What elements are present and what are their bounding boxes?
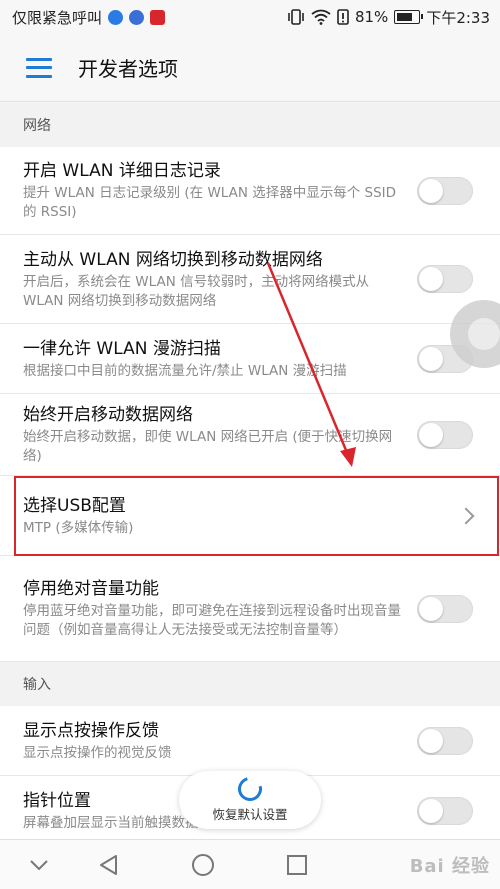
battery-percent: 81%: [354, 8, 389, 26]
carrier-text: 仅限紧急呼叫: [12, 8, 103, 27]
watermark-text: Bai 经验: [409, 856, 490, 877]
setting-disable-absolute-volume[interactable]: 停用绝对音量功能 停用蓝牙绝对音量功能，即可避免在连接到远程设备时出现音量问题（…: [0, 556, 500, 662]
settings-list[interactable]: 网络 开启 WLAN 详细日志记录 提升 WLAN 日志记录级别 (在 WLAN…: [0, 103, 500, 839]
signal-alert-icon: [337, 9, 349, 25]
hamburger-menu-icon[interactable]: [26, 57, 52, 78]
setting-wlan-roam-scan[interactable]: 一律允许 WLAN 漫游扫描 根据接口中目前的数据流量允许/禁止 WLAN 漫游…: [0, 324, 500, 394]
setting-subtitle: 停用蓝牙绝对音量功能，即可避免在连接到远程设备时出现音量问题（例如音量高得让人无…: [23, 603, 401, 638]
back-triangle-icon[interactable]: [96, 852, 122, 878]
toggle-switch[interactable]: [417, 265, 473, 293]
clock: 下午2:33: [426, 8, 490, 27]
setting-subtitle: 开启后，系统会在 WLAN 信号较弱时，主动将网络模式从 WLAN 网络切换到移…: [23, 273, 370, 309]
setting-usb-config[interactable]: 选择USB配置 MTP (多媒体传输): [0, 476, 500, 556]
paw-icon: [108, 9, 124, 25]
navigation-bar: Bai 经验: [0, 839, 500, 889]
toggle-knob: [419, 178, 443, 203]
toggle-knob: [419, 798, 443, 823]
wifi-icon: [311, 9, 331, 25]
chevron-right-icon: [457, 507, 475, 524]
setting-subtitle: MTP (多媒体传输): [23, 519, 134, 536]
toggle-switch[interactable]: [417, 420, 473, 449]
setting-subtitle: 根据接口中目前的数据流量允许/禁止 WLAN 漫游扫描: [23, 362, 347, 379]
refresh-icon: [233, 772, 267, 806]
toggle-knob: [419, 596, 443, 621]
toggle-switch[interactable]: [417, 594, 473, 623]
setting-title: 主动从 WLAN 网络切换到移动数据网络: [23, 249, 323, 270]
huawei-icon: [150, 9, 166, 25]
section-header-input: 输入: [0, 662, 500, 706]
toggle-switch[interactable]: [417, 176, 473, 205]
toggle-switch[interactable]: [417, 796, 473, 825]
home-circle-icon[interactable]: [190, 852, 216, 878]
page-title: 开发者选项: [78, 57, 178, 81]
battery-icon: [394, 10, 424, 24]
status-bar: 仅限紧急呼叫 81% 下午2:33: [0, 0, 500, 34]
setting-wlan-to-mobile-switch[interactable]: 主动从 WLAN 网络切换到移动数据网络 开启后，系统会在 WLAN 信号较弱时…: [0, 235, 500, 324]
section-header-network: 网络: [0, 103, 500, 147]
restore-defaults-button[interactable]: 恢复默认设置: [179, 771, 321, 829]
battery-fill: [397, 13, 413, 21]
setting-title: 始终开启移动数据网络: [23, 405, 193, 425]
vibrate-icon: [288, 9, 304, 25]
setting-title: 一律允许 WLAN 漫游扫描: [23, 338, 221, 359]
app-bar: 开发者选项: [0, 34, 500, 102]
chevron-down-icon[interactable]: [26, 852, 52, 878]
toggle-knob: [419, 346, 443, 371]
toggle-knob: [419, 728, 443, 753]
setting-show-touches[interactable]: 显示点按操作反馈 显示点按操作的视觉反馈: [0, 706, 500, 776]
setting-title: 开启 WLAN 详细日志记录: [23, 161, 221, 181]
toggle-knob: [419, 422, 443, 447]
setting-title: 停用绝对音量功能: [23, 579, 159, 599]
setting-subtitle: 始终开启移动数据，即使 WLAN 网络已开启 (便于快速切换网络): [23, 429, 393, 464]
setting-mobile-data-always-on[interactable]: 始终开启移动数据网络 始终开启移动数据，即使 WLAN 网络已开启 (便于快速切…: [0, 394, 500, 476]
setting-title: 显示点按操作反馈: [23, 720, 159, 741]
setting-wlan-verbose-logging[interactable]: 开启 WLAN 详细日志记录 提升 WLAN 日志记录级别 (在 WLAN 选择…: [0, 147, 500, 235]
music-icon: [129, 9, 145, 25]
setting-subtitle: 提升 WLAN 日志记录级别 (在 WLAN 选择器中显示每个 SSID 的 R…: [23, 185, 397, 220]
setting-subtitle: 显示点按操作的视觉反馈: [23, 744, 172, 761]
toggle-switch[interactable]: [417, 726, 473, 755]
recents-square-icon[interactable]: [284, 852, 310, 878]
restore-defaults-label: 恢复默认设置: [212, 807, 288, 822]
setting-title: 选择USB配置: [23, 495, 126, 516]
toggle-knob: [419, 267, 443, 291]
